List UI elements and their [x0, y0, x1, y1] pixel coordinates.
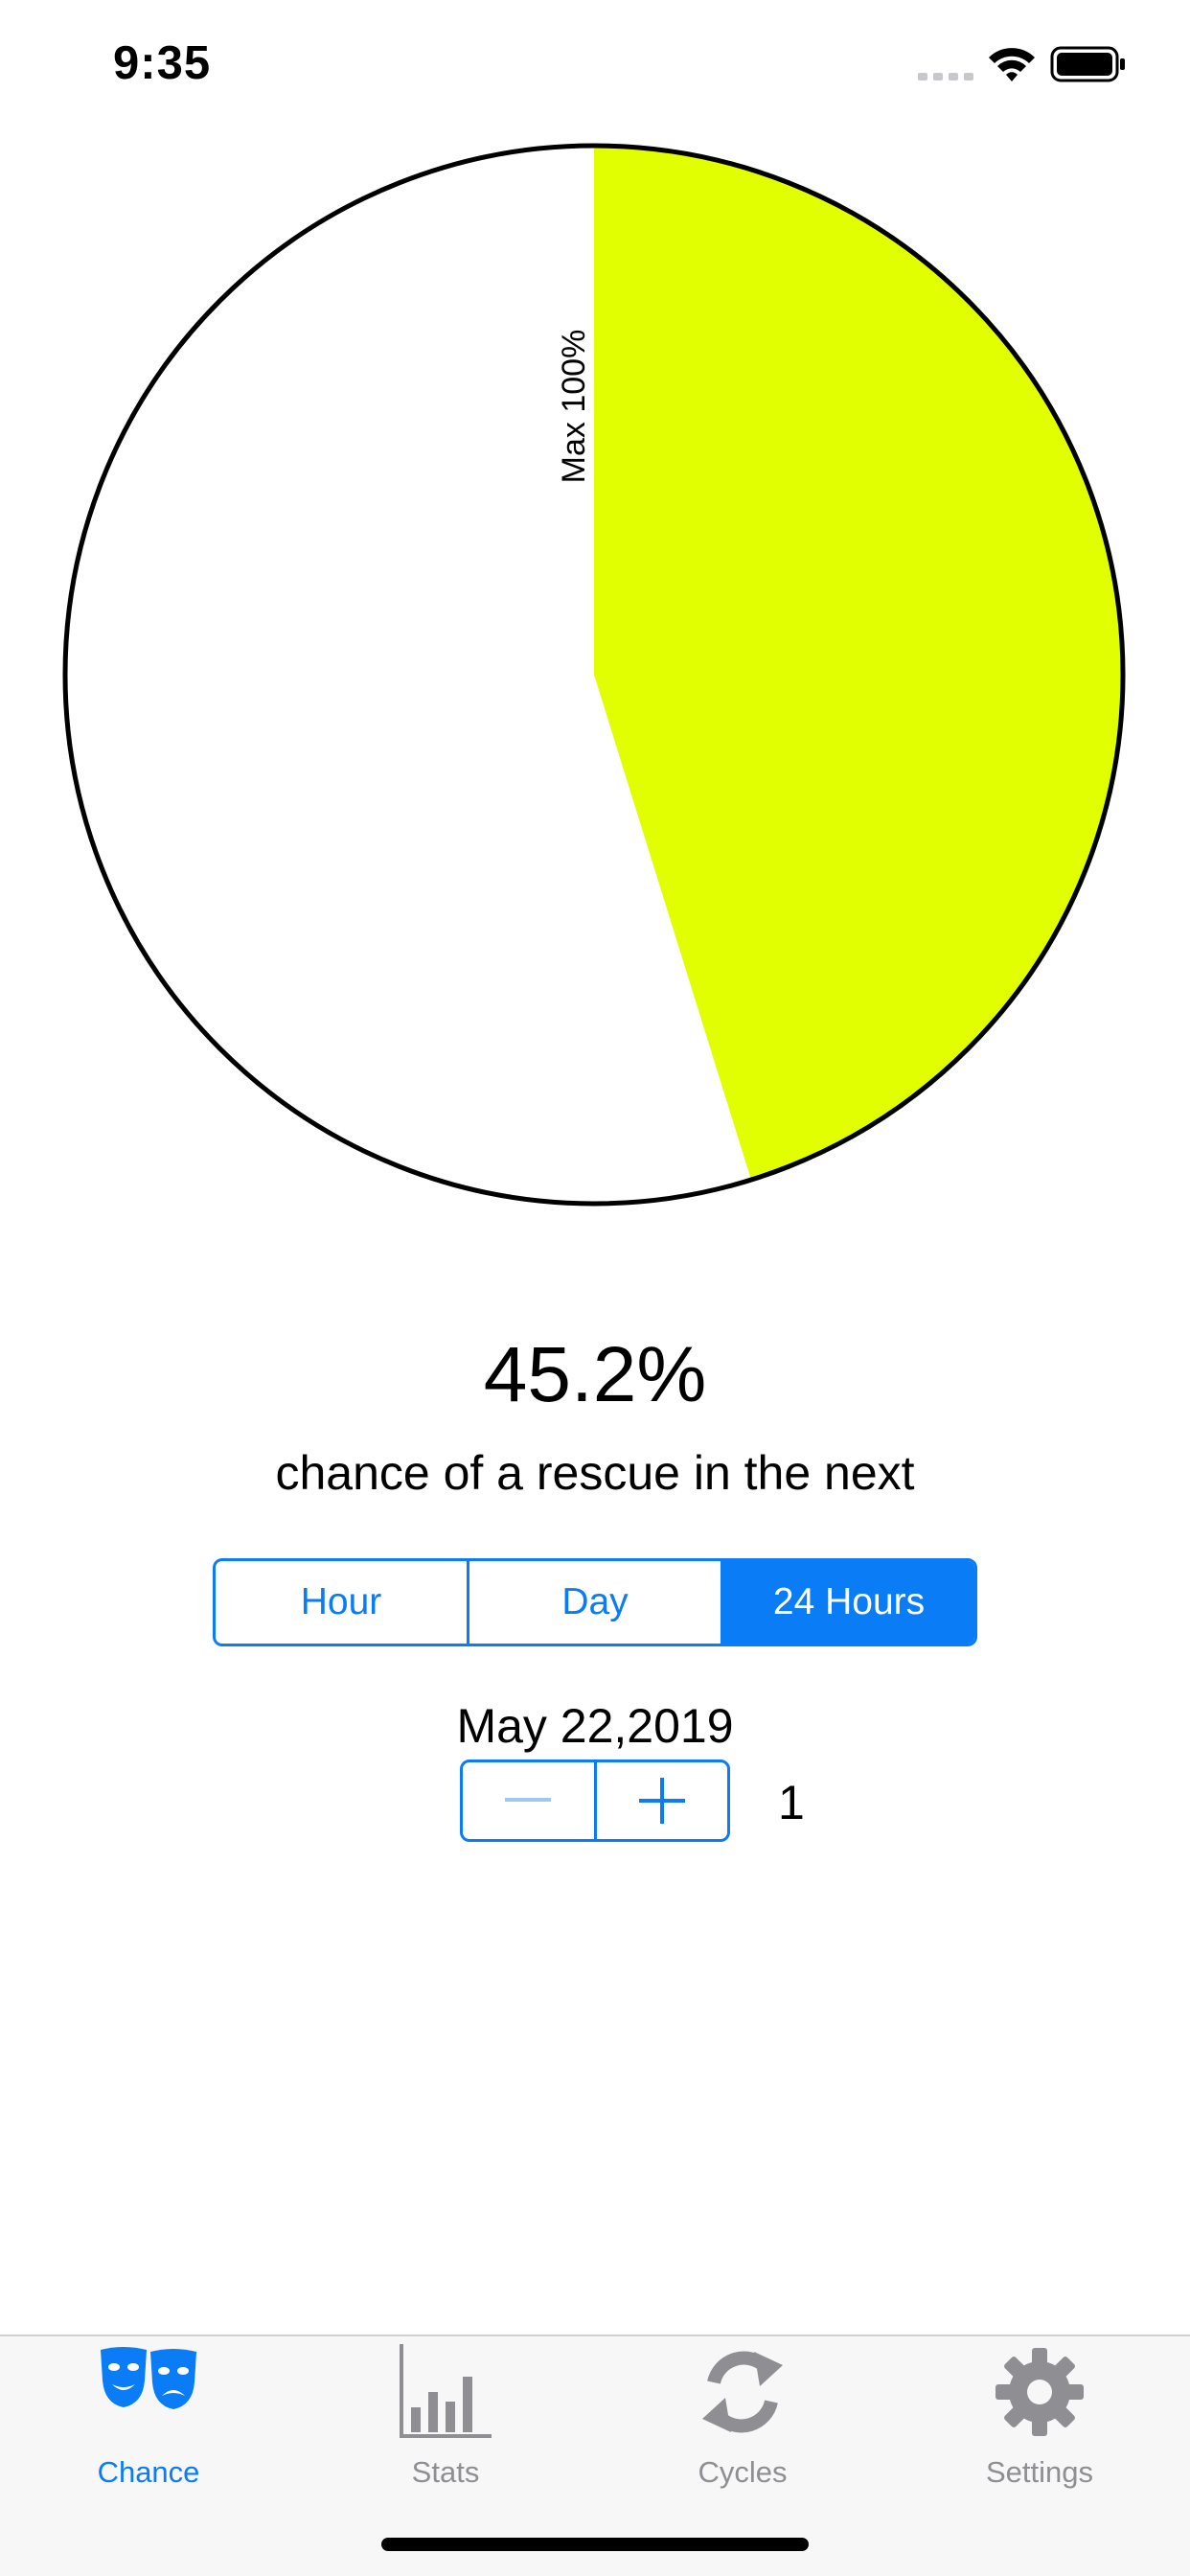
- selected-date: May 22,2019: [456, 1699, 734, 1753]
- cycle-arrows-icon: [702, 2351, 783, 2433]
- minus-icon: [505, 1798, 552, 1802]
- gear-icon: [995, 2348, 1084, 2436]
- count-stepper: [460, 1760, 730, 1842]
- tab-label-stats: Stats: [411, 2455, 480, 2489]
- tab-label-chance: Chance: [97, 2455, 200, 2489]
- bar-chart-icon: [400, 2344, 492, 2438]
- stepper-value: 1: [778, 1776, 805, 1829]
- plus-icon: [638, 1778, 685, 1824]
- tab-settings[interactable]: Settings: [891, 2336, 1188, 2490]
- tab-stats[interactable]: Stats: [297, 2336, 594, 2490]
- status-bar: 9:35: [0, 0, 1190, 126]
- wifi-icon: [989, 48, 1035, 81]
- home-indicator[interactable]: [381, 2538, 809, 2551]
- decrement-button[interactable]: [463, 1762, 594, 1839]
- segment-hour[interactable]: Hour: [216, 1561, 467, 1644]
- tab-cycles[interactable]: Cycles: [594, 2336, 891, 2490]
- cellular-signal-icon: [918, 73, 973, 80]
- period-segmented-control: Hour Day 24 Hours: [213, 1558, 977, 1646]
- status-time: 9:35: [113, 37, 212, 89]
- tab-label-settings: Settings: [985, 2455, 1093, 2489]
- rescue-chance-pie: Max 100%: [57, 138, 1131, 1211]
- chance-percent: 45.2%: [483, 1331, 707, 1418]
- pie-max-label: Max 100%: [556, 330, 592, 484]
- theater-masks-icon: [101, 2347, 196, 2409]
- chance-caption: chance of a rescue in the next: [275, 1446, 915, 1500]
- tab-label-cycles: Cycles: [698, 2455, 788, 2489]
- tab-chance[interactable]: Chance: [0, 2336, 297, 2490]
- segment-24-hours[interactable]: 24 Hours: [721, 1561, 974, 1644]
- battery-icon: [1050, 46, 1125, 82]
- increment-button[interactable]: [593, 1762, 728, 1839]
- tab-bar: Chance Stats Cycles Settings: [0, 2334, 1190, 2576]
- segment-day[interactable]: Day: [467, 1561, 721, 1644]
